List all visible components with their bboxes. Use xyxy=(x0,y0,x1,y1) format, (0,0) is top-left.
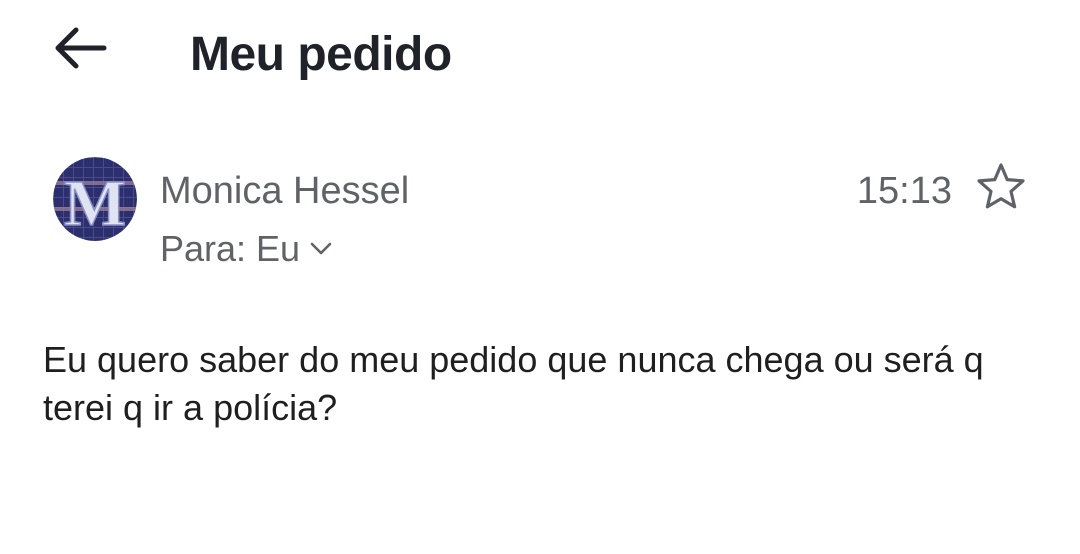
star-button[interactable] xyxy=(972,160,1030,216)
arrow-left-icon xyxy=(50,24,110,77)
page-title: Meu pedido xyxy=(190,28,452,81)
recipient-details-toggle[interactable]: Para: Eu xyxy=(160,226,332,272)
sender-name: Monica Hessel xyxy=(160,170,410,212)
star-outline-icon xyxy=(975,161,1027,216)
message-time: 15:13 xyxy=(856,170,952,212)
recipient-label: Para: Eu xyxy=(160,228,301,269)
avatar[interactable]: M xyxy=(53,157,137,241)
avatar-letter: M xyxy=(64,167,126,240)
back-button[interactable] xyxy=(50,22,114,78)
message-body: Eu quero saber do meu pedido que nunca c… xyxy=(43,339,984,428)
chevron-down-icon xyxy=(310,242,332,256)
